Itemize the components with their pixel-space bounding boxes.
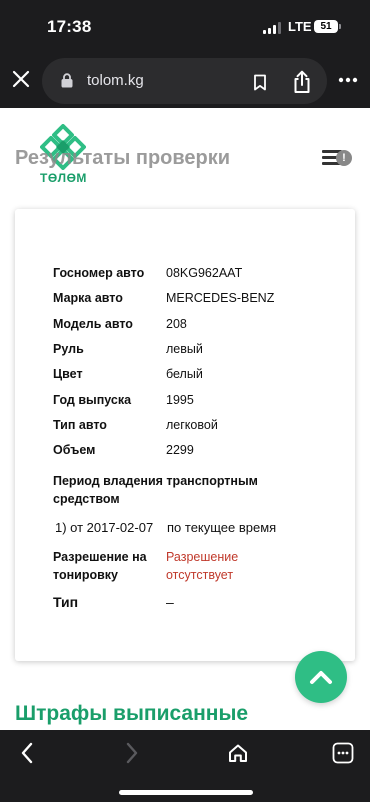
detail-label: Госномер авто — [53, 266, 145, 280]
period-from: 1) от 2017-02-07 — [55, 520, 154, 535]
web-page: ТӨЛӨМ Результаты проверки ! Госномер авт… — [0, 108, 370, 730]
address-bar[interactable]: tolom.kg — [42, 58, 327, 104]
ownership-period-title: Период владения транспортным средством — [53, 474, 258, 506]
detail-label: Марка авто — [53, 291, 123, 305]
browser-bottom-toolbar — [0, 730, 370, 802]
battery-icon: 51 — [314, 20, 338, 33]
type-label: Тип — [53, 594, 79, 610]
detail-label: Объем — [53, 443, 96, 457]
hamburger-menu-button[interactable]: ! — [322, 148, 354, 170]
alert-badge: ! — [336, 150, 352, 166]
home-button[interactable] — [223, 738, 253, 768]
period-to: по текущее время — [167, 520, 277, 535]
detail-value: MERCEDES-BENZ — [166, 291, 275, 305]
detail-value: 2299 — [166, 443, 194, 457]
more-icon[interactable] — [336, 70, 360, 90]
back-button[interactable] — [12, 738, 42, 768]
status-time: 17:38 — [47, 17, 92, 36]
detail-value: левый — [166, 342, 203, 356]
share-icon[interactable] — [290, 68, 314, 96]
tabs-icon — [332, 742, 354, 764]
scroll-to-top-button[interactable] — [295, 651, 347, 703]
detail-value: 1995 — [166, 393, 194, 407]
tint-permit-status: Разрешение отсутствует — [166, 550, 239, 582]
detail-value: белый — [166, 367, 203, 381]
bookmark-icon[interactable] — [248, 70, 272, 94]
browser-toolbar: tolom.kg — [0, 52, 370, 108]
detail-label: Цвет — [53, 367, 83, 381]
type-value: – — [166, 594, 174, 610]
detail-label: Год выпуска — [53, 393, 132, 407]
battery-tip — [339, 24, 341, 29]
cellular-signal-icon — [263, 22, 281, 34]
fines-section-title: Штрафы выписанные — [15, 702, 249, 725]
detail-label: Руль — [53, 342, 84, 356]
url-text: tolom.kg — [87, 72, 144, 89]
results-card: Госномер авто 08KG962AAT Марка авто MERC… — [15, 209, 355, 661]
network-type: LTE — [288, 19, 312, 34]
detail-label: Тип авто — [53, 418, 107, 432]
ownership-period-row: 1) от 2017-02-07 по текущее время — [55, 520, 345, 535]
chevron-right-icon — [126, 742, 138, 764]
detail-label: Модель авто — [53, 317, 133, 331]
status-bar: 17:38 LTE 51 — [0, 0, 370, 52]
forward-button[interactable] — [117, 738, 147, 768]
page-title: Результаты проверки — [15, 147, 231, 169]
chevron-up-icon — [310, 671, 332, 684]
chevron-left-icon — [21, 742, 33, 764]
close-icon[interactable] — [8, 66, 34, 92]
detail-value: 208 — [166, 317, 187, 331]
tint-permit-label: Разрешение на тонировку — [53, 550, 147, 582]
home-icon — [229, 744, 247, 762]
detail-value: 08KG962AAT — [166, 266, 243, 280]
tabs-button[interactable] — [328, 738, 358, 768]
home-indicator — [119, 790, 253, 795]
lock-icon — [61, 73, 73, 93]
logo-text: ТӨЛӨМ — [40, 171, 87, 185]
detail-value: легковой — [166, 418, 218, 432]
